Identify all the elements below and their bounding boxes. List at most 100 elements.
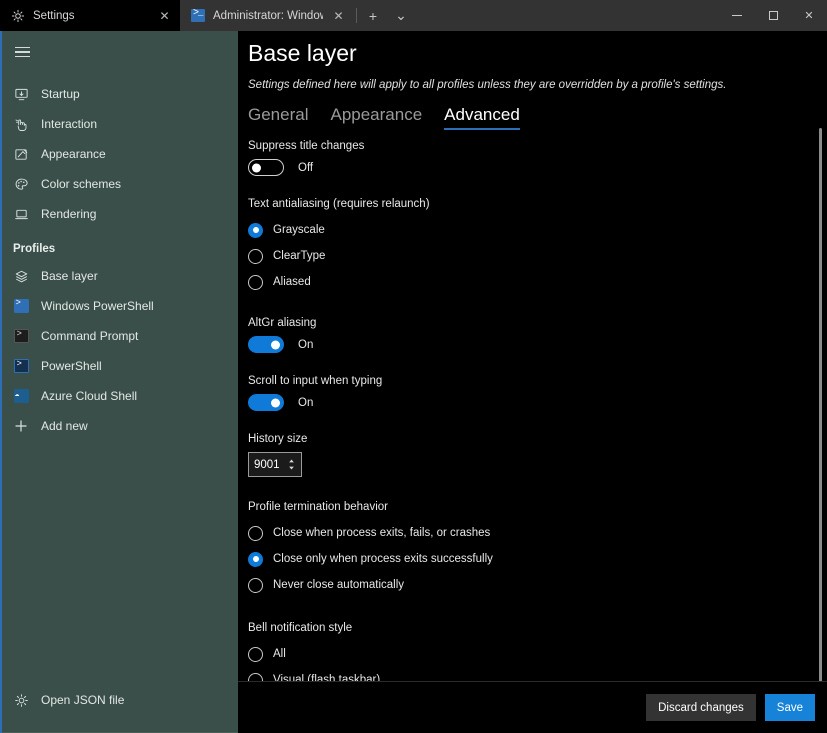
sidebar-item-color-schemes[interactable]: Color schemes <box>2 169 238 199</box>
radio-label: Never close automatically <box>273 579 405 591</box>
powershell-icon <box>13 298 29 314</box>
hamburger-menu-icon[interactable] <box>2 35 42 69</box>
radio-icon <box>248 646 263 662</box>
tab-divider <box>356 8 357 23</box>
page-description: Settings defined here will apply to all … <box>248 79 727 91</box>
tab-advanced[interactable]: Advanced <box>444 105 520 130</box>
radio-option-all[interactable]: All <box>248 641 827 667</box>
sidebar-item-label: Interaction <box>41 117 98 131</box>
close-icon[interactable]: ✕ <box>331 8 346 23</box>
radio-label: Close when process exits, fails, or cras… <box>273 527 491 539</box>
radio-label: All <box>273 648 286 660</box>
setting-profile-termination: Profile termination behavior Close when … <box>248 501 827 598</box>
interaction-icon <box>13 116 29 132</box>
tab-appearance[interactable]: Appearance <box>330 105 422 130</box>
sidebar-item-powershell[interactable]: PowerShell <box>2 351 238 381</box>
radio-option-close-on-success[interactable]: Close only when process exits successful… <box>248 546 827 572</box>
radio-icon <box>248 577 263 593</box>
setting-history-size: History size 9001 <box>248 433 827 477</box>
setting-scroll-to-input: Scroll to input when typing On <box>248 375 827 411</box>
setting-altgr-aliasing: AltGr aliasing On <box>248 317 827 353</box>
radio-option-aliased[interactable]: Aliased <box>248 269 827 295</box>
sidebar: Startup Interaction Appearance Color sch… <box>0 31 238 733</box>
radio-option-close-on-exit-fail-crash[interactable]: Close when process exits, fails, or cras… <box>248 520 827 546</box>
sidebar-item-add-new[interactable]: Add new <box>2 411 238 441</box>
layers-icon <box>13 268 29 284</box>
altgr-aliasing-toggle[interactable] <box>248 336 284 353</box>
radio-option-never-close[interactable]: Never close automatically <box>248 572 827 598</box>
windows-terminal-settings-window: Settings ✕ Administrator: Windows PowerS… <box>0 0 827 733</box>
maximize-button[interactable] <box>755 0 791 31</box>
action-bar: Discard changes Save <box>238 681 827 733</box>
close-window-button[interactable]: ✕ <box>791 0 827 31</box>
tab-powershell[interactable]: Administrator: Windows PowerS ✕ <box>180 0 354 31</box>
toggle-row: On <box>248 394 827 411</box>
sidebar-item-windows-powershell[interactable]: Windows PowerShell <box>2 291 238 321</box>
radio-icon <box>248 248 263 264</box>
sidebar-item-label: Add new <box>41 419 88 433</box>
powershell-icon <box>191 8 205 22</box>
sidebar-item-label: Base layer <box>41 269 98 283</box>
sidebar-item-rendering[interactable]: Rendering <box>2 199 238 229</box>
settings-scrollbar[interactable] <box>819 128 822 683</box>
tab-powershell-label: Administrator: Windows PowerS <box>213 9 323 22</box>
radio-label: Close only when process exits successful… <box>273 553 493 565</box>
radio-icon <box>248 525 263 541</box>
setting-text-antialiasing: Text antialiasing (requires relaunch) Gr… <box>248 198 827 295</box>
sidebar-item-label: Startup <box>41 87 80 101</box>
toggle-state-label: Off <box>298 161 314 174</box>
save-button[interactable]: Save <box>764 694 815 721</box>
tab-settings[interactable]: Settings ✕ <box>0 0 180 31</box>
palette-icon <box>13 176 29 192</box>
sidebar-item-label: Color schemes <box>41 177 122 191</box>
sidebar-item-appearance[interactable]: Appearance <box>2 139 238 169</box>
scrollbar-thumb[interactable] <box>819 128 822 683</box>
radio-icon <box>248 274 263 290</box>
close-icon[interactable]: ✕ <box>157 8 172 23</box>
open-json-file-label: Open JSON file <box>41 693 125 707</box>
plus-icon <box>13 418 29 434</box>
open-json-file-button[interactable]: Open JSON file <box>2 682 238 718</box>
main-content: Base layer Settings defined here will ap… <box>238 31 827 733</box>
sidebar-item-label: Azure Cloud Shell <box>41 389 138 403</box>
sidebar-item-azure-cloud-shell[interactable]: Azure Cloud Shell <box>2 381 238 411</box>
title-bar: Settings ✕ Administrator: Windows PowerS… <box>0 0 827 31</box>
sidebar-item-command-prompt[interactable]: Command Prompt <box>2 321 238 351</box>
settings-list: Suppress title changes Off Text antialia… <box>238 140 827 685</box>
radio-option-cleartype[interactable]: ClearType <box>248 243 827 269</box>
radio-label: Aliased <box>273 276 311 288</box>
tab-settings-label: Settings <box>33 9 75 22</box>
discard-changes-button[interactable]: Discard changes <box>646 694 756 721</box>
history-size-input[interactable]: 9001 <box>248 452 302 477</box>
radio-label: ClearType <box>273 250 326 262</box>
cmd-icon <box>13 328 29 344</box>
startup-icon <box>13 86 29 102</box>
toggle-row: On <box>248 336 827 353</box>
sidebar-item-label: PowerShell <box>41 359 102 373</box>
setting-label: Bell notification style <box>248 622 353 634</box>
settings-tabs: General Appearance Advanced <box>238 91 827 130</box>
sidebar-footer: Open JSON file <box>2 682 238 733</box>
sidebar-item-interaction[interactable]: Interaction <box>2 109 238 139</box>
setting-label: Text antialiasing (requires relaunch) <box>248 198 430 210</box>
scroll-to-input-toggle[interactable] <box>248 394 284 411</box>
tab-general[interactable]: General <box>248 105 308 130</box>
setting-label: Profile termination behavior <box>248 501 388 513</box>
powershell-core-icon <box>13 358 29 374</box>
window-controls: ✕ <box>719 0 827 31</box>
sidebar-item-startup[interactable]: Startup <box>2 79 238 109</box>
radio-option-grayscale[interactable]: Grayscale <box>248 217 827 243</box>
minimize-button[interactable] <box>719 0 755 31</box>
suppress-title-changes-toggle[interactable] <box>248 159 284 176</box>
tab-strip: Settings ✕ Administrator: Windows PowerS… <box>0 0 415 31</box>
new-tab-button[interactable]: + <box>359 0 387 31</box>
toggle-state-label: On <box>298 338 314 351</box>
sidebar-item-base-layer[interactable]: Base layer <box>2 261 238 291</box>
sidebar-item-label: Windows PowerShell <box>41 299 154 313</box>
sidebar-nav-list: Startup Interaction Appearance Color sch… <box>2 79 238 441</box>
spinner-arrows-icon[interactable] <box>287 458 296 471</box>
setting-suppress-title-changes: Suppress title changes Off <box>248 140 827 176</box>
azure-icon <box>13 388 29 404</box>
toggle-state-label: On <box>298 396 314 409</box>
chevron-down-icon[interactable]: ⌄ <box>387 0 415 31</box>
